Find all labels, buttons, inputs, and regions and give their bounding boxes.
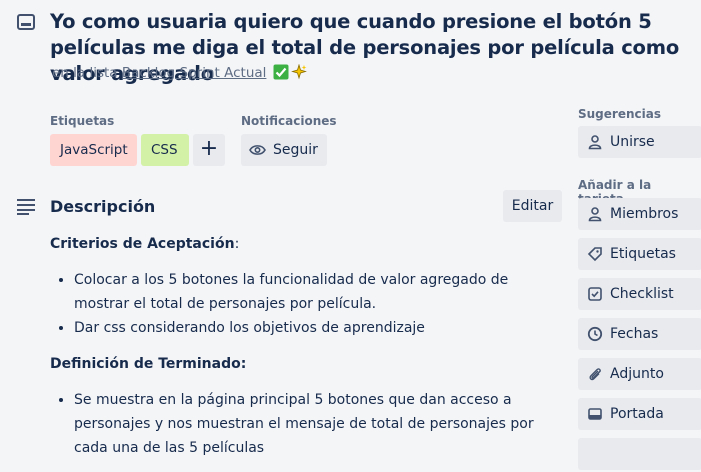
criteria-colon: : xyxy=(234,236,240,252)
cover-button[interactable]: Portada xyxy=(578,398,701,430)
done-heading: Definición de Terminado: xyxy=(50,356,247,372)
checklist-button[interactable]: Checklist xyxy=(578,278,701,310)
done-list: Se muestra en la página principal 5 boto… xyxy=(50,388,565,460)
list-link[interactable]: Backlog Sprint Actual xyxy=(122,65,267,81)
sidebar-partial-button[interactable] xyxy=(578,438,701,470)
list-reference: en la lista Backlog Sprint Actual xyxy=(52,64,307,81)
cover-label: Portada xyxy=(610,406,664,422)
list-prefix: en la lista xyxy=(52,65,118,81)
members-label: Miembros xyxy=(610,206,679,222)
label-chip-javascript[interactable]: JavaScript xyxy=(50,134,137,166)
join-button[interactable]: Unirse xyxy=(578,126,701,158)
labels-label: Etiquetas xyxy=(610,246,676,262)
clock-icon xyxy=(587,326,603,342)
list-item: Colocar a los 5 botones la funcionalidad… xyxy=(74,268,565,316)
criteria-heading: Criterios de Aceptación xyxy=(50,236,235,252)
notifications-heading: Notificaciones xyxy=(241,114,337,128)
cover-icon xyxy=(588,408,602,420)
sparkles-emoji-icon xyxy=(290,64,307,80)
list-item: Dar css considerando los objetivos de ap… xyxy=(74,316,565,340)
edit-description-button[interactable]: Editar xyxy=(503,190,562,222)
dates-label: Fechas xyxy=(610,326,659,342)
person-icon xyxy=(588,207,602,222)
description-icon xyxy=(17,199,35,215)
paperclip-icon xyxy=(589,368,601,381)
criteria-list: Colocar a los 5 botones la funcionalidad… xyxy=(50,268,565,340)
check-mark-emoji-icon xyxy=(273,64,289,80)
attachment-button[interactable]: Adjunto xyxy=(578,358,701,390)
checklist-label: Checklist xyxy=(610,286,674,302)
list-item: Se muestra en la página principal 5 boto… xyxy=(74,388,565,460)
follow-label: Seguir xyxy=(273,142,318,158)
dates-button[interactable]: Fechas xyxy=(578,318,701,350)
join-label: Unirse xyxy=(610,134,655,150)
add-label-button[interactable]: + xyxy=(193,134,225,166)
description-body[interactable]: Criterios de Aceptación: Colocar a los 5… xyxy=(50,232,565,472)
checkbox-icon xyxy=(588,287,602,301)
person-icon xyxy=(588,135,602,150)
labels-button[interactable]: Etiquetas xyxy=(578,238,701,270)
criteria-paragraph: Criterios de Aceptación: xyxy=(50,232,565,256)
card-icon xyxy=(17,14,35,30)
labels-heading: Etiquetas xyxy=(50,114,115,128)
tag-icon xyxy=(587,247,602,262)
done-paragraph: Definición de Terminado: xyxy=(50,352,565,376)
eye-icon xyxy=(249,145,266,155)
label-chip-css[interactable]: CSS xyxy=(141,134,189,166)
description-heading: Descripción xyxy=(50,197,156,216)
follow-button[interactable]: Seguir xyxy=(241,134,327,166)
suggestions-heading: Sugerencias xyxy=(578,107,661,121)
members-button[interactable]: Miembros xyxy=(578,198,701,230)
attachment-label: Adjunto xyxy=(610,366,664,382)
